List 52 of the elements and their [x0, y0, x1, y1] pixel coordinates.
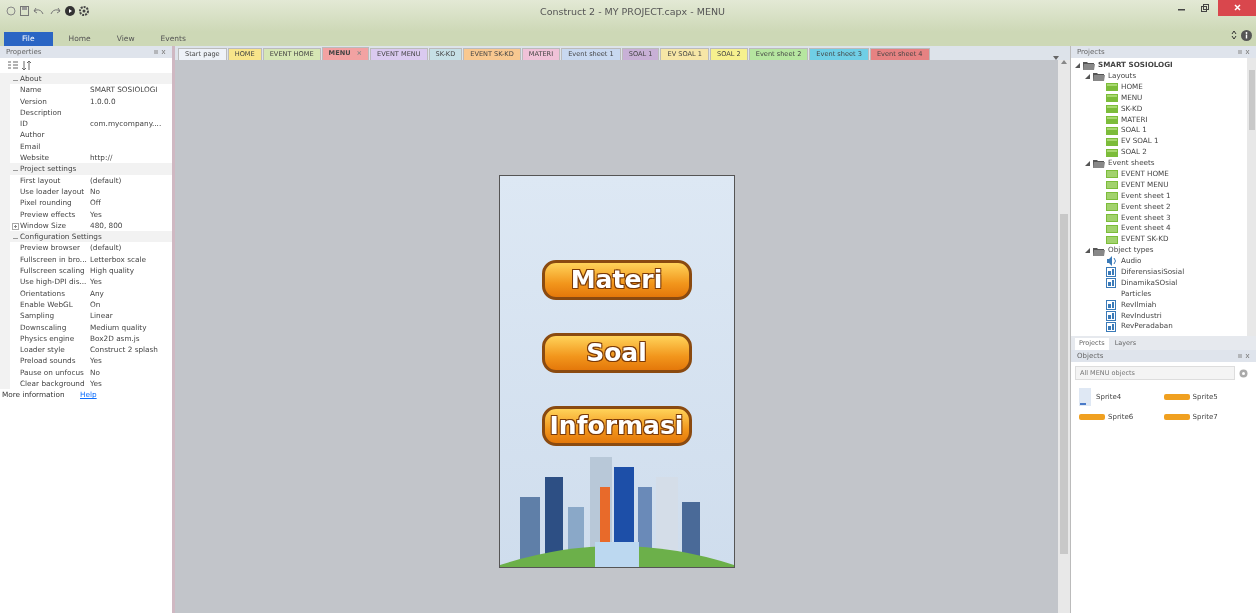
expander-icon[interactable]: [1085, 160, 1090, 166]
folder-icon: [1093, 71, 1105, 82]
event-sheet-icon: [1106, 234, 1118, 245]
sprite-thumbnail-icon: [1163, 414, 1190, 421]
expand-icon[interactable]: [11, 223, 19, 231]
collapse-ribbon-icon[interactable]: [1231, 30, 1237, 40]
sprite-thumbnail-icon: [1079, 414, 1105, 421]
folder-icon: [1093, 245, 1105, 256]
expander-icon[interactable]: [1085, 73, 1090, 79]
settings-icon[interactable]: [79, 6, 89, 16]
vertical-scrollbar[interactable]: [1247, 58, 1256, 336]
layout-icon: [1106, 104, 1118, 114]
pin-close-icon[interactable]: [1238, 49, 1250, 55]
layout-icon: [1106, 114, 1118, 125]
restore-icon: [1201, 3, 1209, 12]
sort-icon[interactable]: [22, 61, 32, 70]
pin-close-icon[interactable]: [154, 49, 166, 55]
folder-icon: [1083, 60, 1095, 71]
event-sheet-icon: [1106, 212, 1118, 223]
sprite-icon: [1106, 321, 1118, 332]
event-sheet-icon: [1106, 223, 1118, 234]
redo-icon[interactable]: [49, 7, 61, 15]
layout-icon: [1106, 82, 1118, 93]
sprite-icon: [1106, 310, 1118, 321]
undo-icon[interactable]: [33, 7, 45, 15]
speaker-icon: [1106, 256, 1118, 267]
categorized-icon[interactable]: [8, 61, 18, 70]
event-sheet-icon: [1106, 191, 1118, 202]
event-sheet-icon: [1106, 202, 1118, 212]
layout-icon: [1106, 147, 1118, 158]
layout-icon: [1106, 136, 1118, 147]
event-sheet-icon: [1106, 180, 1118, 191]
info-icon[interactable]: [1241, 29, 1252, 41]
app-icon[interactable]: [6, 6, 16, 16]
sprite-icon: [1106, 300, 1118, 311]
sprite-icon: [1106, 267, 1118, 278]
folder-icon: [1093, 158, 1105, 169]
layout-icon: [1106, 93, 1118, 104]
tab-list-icon[interactable]: [1053, 56, 1059, 60]
vertical-scrollbar[interactable]: [1058, 60, 1070, 613]
expander-icon[interactable]: [1085, 248, 1090, 254]
play-icon[interactable]: [65, 6, 75, 16]
sprite-thumbnail-icon: [1163, 394, 1190, 400]
pin-close-icon[interactable]: [1238, 353, 1250, 359]
expander-icon[interactable]: [1075, 62, 1080, 68]
window-title: Construct 2 - MY PROJECT.capx - MENU: [539, 5, 726, 19]
event-sheet-icon: [1106, 169, 1118, 180]
layout-icon: [1106, 125, 1118, 136]
save-icon[interactable]: [20, 6, 29, 16]
sprite-icon: [1106, 278, 1118, 289]
close-icon: [1233, 4, 1241, 12]
sprite-thumbnail-icon: [1079, 388, 1093, 406]
